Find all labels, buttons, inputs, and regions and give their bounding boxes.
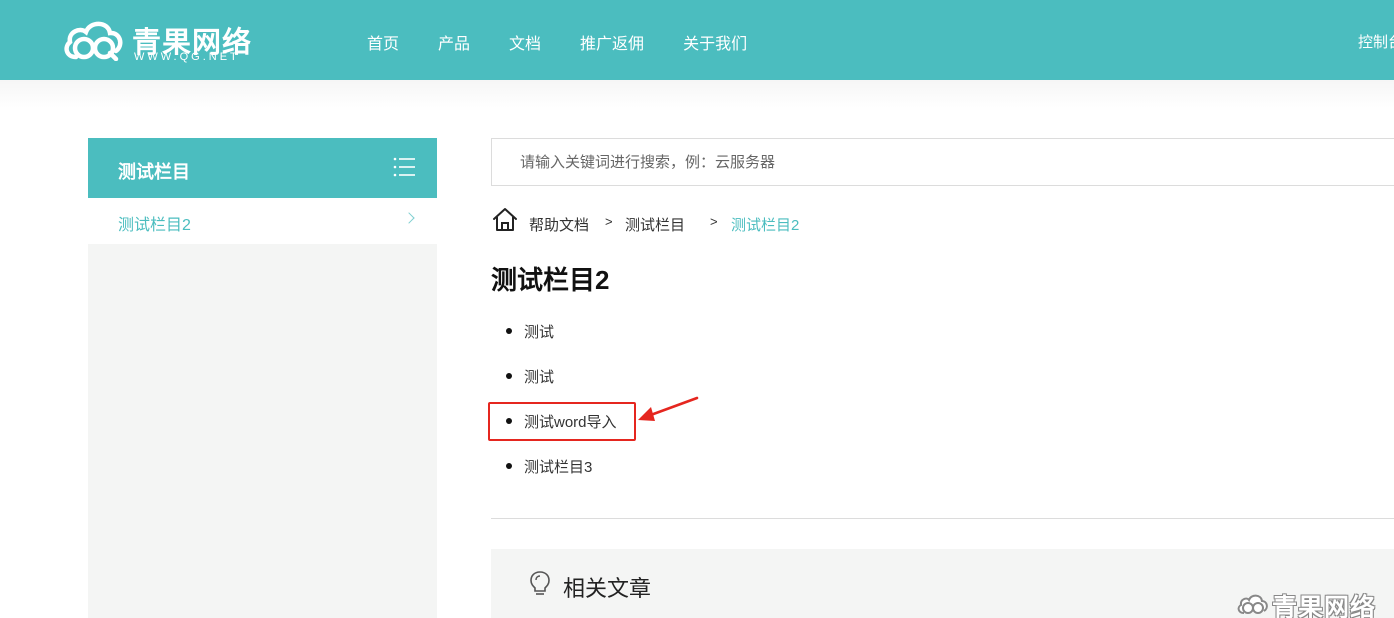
breadcrumb-separator: > [710,214,718,229]
breadcrumb-separator: > [605,214,613,229]
lightbulb-icon [530,571,550,595]
bullet [506,328,512,334]
list-item: 测试 [491,318,991,363]
sidebar-item-test-category-2[interactable]: 测试栏目2 [88,198,437,244]
console-link[interactable]: 控制台 [1358,31,1394,52]
breadcrumb-current: 测试栏目2 [731,217,800,234]
list-menu-icon[interactable] [393,157,415,177]
sidebar-title: 测试栏目 [118,162,190,182]
header-shadow-band [0,80,1394,108]
watermark-text: 青果网络 [1272,594,1377,618]
breadcrumb-help-docs[interactable]: 帮助文档 [529,214,589,235]
related-articles-title: 相关文章 [563,576,652,601]
article-link[interactable]: 测试 [524,366,554,387]
search-input[interactable] [492,139,1394,185]
cloud-watermark-icon [1237,594,1268,614]
doc-sidebar: 测试栏目 测试栏目2 [88,138,437,618]
nav-about[interactable]: 关于我们 [683,30,747,54]
search-box [491,138,1394,186]
annotation-highlight-box [488,402,636,441]
article-link[interactable]: 测试 [524,321,554,342]
bullet [506,373,512,379]
home-icon[interactable] [491,207,519,233]
breadcrumb-test-category[interactable]: 测试栏目 [625,214,685,235]
chevron-right-icon [403,212,415,224]
nav-home[interactable]: 首页 [367,30,399,54]
list-item: 测试栏目3 [491,453,991,498]
cloud-logo-icon [64,21,123,61]
section-divider [491,518,1394,519]
top-navigation-bar: 青果网络 WWW.QG.NET 首页 产品 文档 推广返佣 关于我们 控制台 [0,0,1394,80]
nav-products[interactable]: 产品 [438,30,470,54]
annotation-arrow-icon [638,396,699,421]
logo-domain: WWW.QG.NET [134,51,240,63]
site-logo[interactable]: 青果网络 WWW.QG.NET [62,17,262,65]
sidebar-item-label: 测试栏目2 [118,217,191,234]
sidebar-header: 测试栏目 [88,138,437,198]
watermark: 青果网络 [1236,588,1394,618]
main-nav: 首页 产品 文档 推广返佣 关于我们 [367,30,786,54]
bullet [506,463,512,469]
nav-docs[interactable]: 文档 [509,30,541,54]
nav-affiliate[interactable]: 推广返佣 [580,30,644,54]
article-link[interactable]: 测试栏目3 [524,456,592,477]
page-title: 测试栏目2 [491,265,610,295]
